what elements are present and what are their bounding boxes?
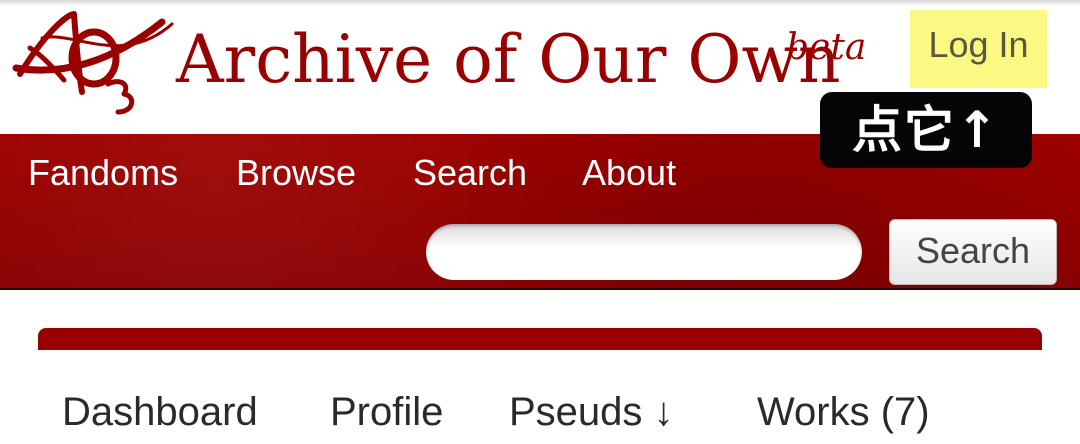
top-shadow	[0, 0, 1080, 6]
works-tab[interactable]: Works (7)	[757, 386, 930, 438]
search-button[interactable]: Search	[889, 219, 1057, 285]
login-link[interactable]: Log In	[910, 10, 1047, 88]
user-header-bar	[38, 328, 1042, 350]
nav-browse[interactable]: Browse	[236, 151, 356, 195]
nav-fandoms[interactable]: Fandoms	[28, 151, 178, 195]
beta-label: beta	[786, 27, 867, 68]
nav-about[interactable]: About	[582, 151, 676, 195]
ao3-logo-icon[interactable]	[12, 8, 174, 126]
page: Archive of Our Own beta Log In 点它↑ Fando…	[0, 0, 1080, 444]
nav-search[interactable]: Search	[413, 151, 527, 195]
pseuds-dropdown[interactable]: Pseuds ↓	[509, 386, 674, 438]
dashboard-tab[interactable]: Dashboard	[62, 386, 258, 438]
profile-tab[interactable]: Profile	[330, 386, 443, 438]
site-title[interactable]: Archive of Our Own	[176, 18, 841, 102]
search-input[interactable]	[426, 224, 862, 280]
tap-here-annotation: 点它↑	[820, 92, 1032, 168]
